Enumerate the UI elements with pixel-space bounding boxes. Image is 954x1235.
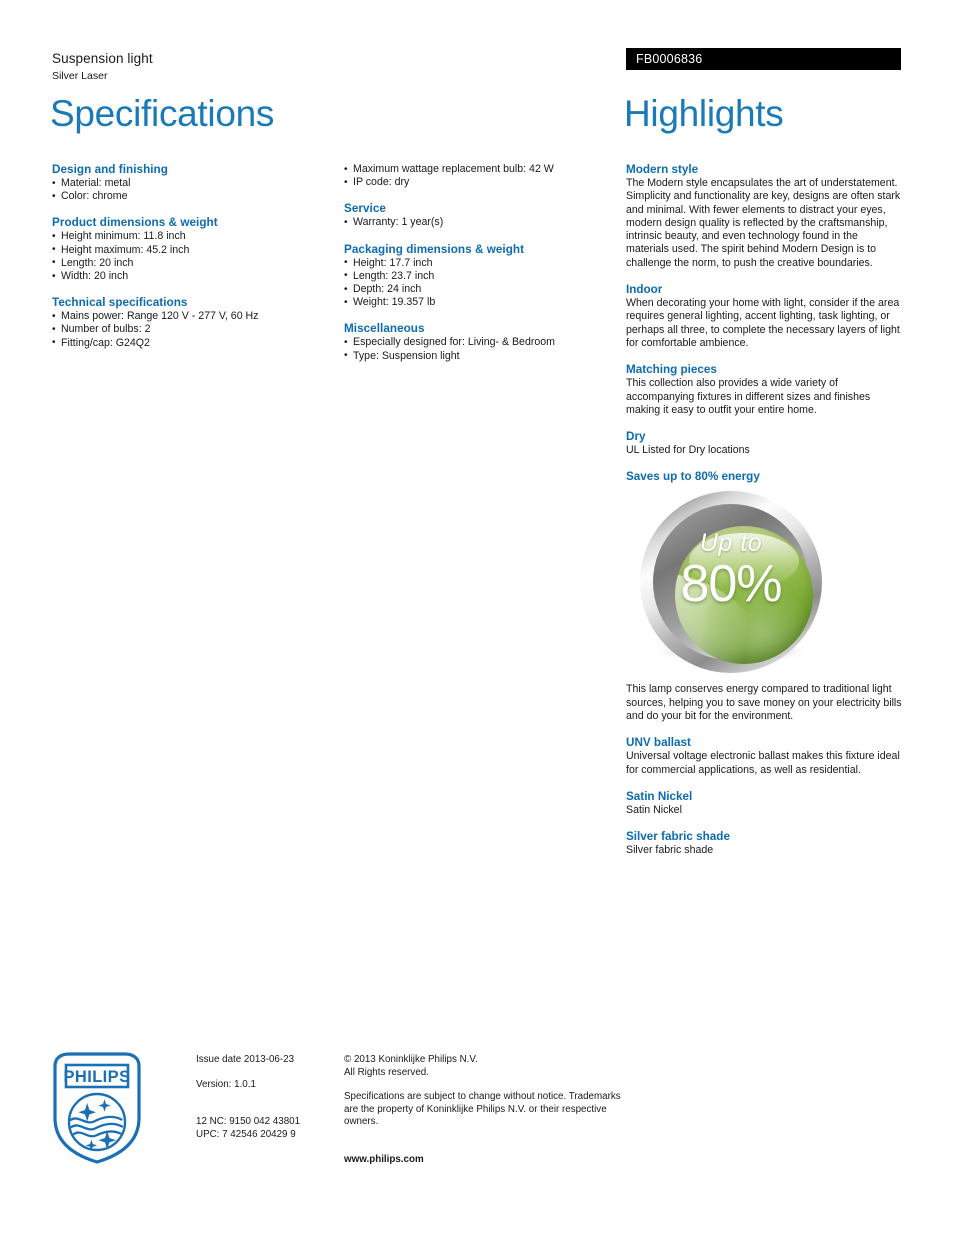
spec-group: ServiceWarranty: 1 year(s): [344, 202, 614, 229]
spec-group-heading: Packaging dimensions & weight: [344, 242, 525, 256]
highlight-body: When decorating your home with light, co…: [626, 297, 900, 349]
spec-group-heading: Product dimensions & weight: [52, 216, 218, 230]
spec-group: Maximum wattage replacement bulb: 42 WIP…: [344, 162, 614, 189]
highlights-column: Modern style The Modern style encapsulate…: [626, 163, 903, 871]
spec-group-heading: Technical specifications: [52, 296, 188, 310]
energy-saving-section: Saves up to 80% energy Up to 80% This la…: [626, 470, 903, 723]
spec-item: Length: 23.7 inch: [344, 269, 614, 283]
disclaimer-text: Specifications are subject to change wit…: [344, 1091, 621, 1128]
svg-text:PHILIPS: PHILIPS: [64, 1068, 131, 1086]
highlight-block: Satin Nickel Satin Nickel: [626, 790, 903, 817]
highlight-block: Indoor When decorating your home with lig…: [626, 283, 903, 350]
spec-item: Height: 17.7 inch: [344, 256, 614, 270]
energy-badge-graphic: Up to 80%: [640, 491, 822, 674]
philips-website-link[interactable]: www.philips.com: [344, 1154, 624, 1167]
highlight-body: Satin Nickel: [626, 803, 682, 816]
spec-item: Length: 20 inch: [52, 256, 332, 270]
highlight-block: Matching pieces This collection also prov…: [626, 363, 903, 417]
product-code-banner: FB0006836: [626, 48, 901, 70]
upc-code: UPC: 7 42546 20429 9: [196, 1128, 296, 1140]
version: Version: 1.0.1: [196, 1078, 256, 1090]
spec-group-heading: Service: [344, 202, 386, 216]
datasheet-page: Suspension light Silver Laser FB0006836 …: [0, 0, 954, 1235]
highlight-body: The Modern style encapsulates the art of…: [626, 177, 901, 269]
issue-date: Issue date 2013-06-23: [196, 1054, 295, 1065]
specs-column-left: Design and finishingMaterial: metalColor…: [52, 163, 332, 350]
spec-group: Design and finishingMaterial: metalColor…: [52, 163, 332, 203]
product-name-label: Silver Laser: [52, 70, 108, 82]
highlight-heading: UNV ballast: [626, 736, 691, 750]
spec-item: Weight: 19.357 lb: [344, 296, 614, 309]
spec-item: Width: 20 inch: [52, 270, 332, 283]
philips-shield-logo: PHILIPS: [53, 1052, 141, 1164]
highlight-heading: Satin Nickel: [626, 789, 693, 803]
highlight-block: Modern style The Modern style encapsulate…: [626, 163, 903, 270]
spec-item: Color: chrome: [52, 190, 332, 203]
spec-item: Especially designed for: Living- & Bedro…: [344, 336, 614, 349]
highlight-body: UL Listed for Dry locations: [626, 444, 750, 457]
highlight-heading: Modern style: [626, 163, 699, 176]
spec-item: Depth: 24 inch: [344, 283, 614, 296]
highlight-body: This collection also provides a wide var…: [626, 377, 871, 416]
spec-group-heading: Miscellaneous: [344, 322, 425, 336]
spec-item: Material: metal: [52, 176, 332, 190]
spec-group-heading: Design and finishing: [52, 163, 168, 176]
badge-percent-text: 80%: [680, 555, 782, 614]
spec-item-list: Material: metalColor: chrome: [52, 176, 332, 203]
specifications-page-title: Specifications: [50, 93, 275, 134]
spec-item: Mains power: Range 120 V - 277 V, 60 Hz: [52, 310, 332, 323]
product-type-label: Suspension light: [52, 51, 153, 66]
highlight-block: Dry UL Listed for Dry locations: [626, 430, 903, 457]
highlight-heading: Dry: [626, 430, 646, 444]
spec-group: Product dimensions & weightHeight minimu…: [52, 216, 332, 283]
spec-group: MiscellaneousEspecially designed for: Li…: [344, 322, 614, 362]
spec-item: Fitting/cap: G24Q2: [52, 336, 332, 350]
spec-item: Type: Suspension light: [344, 349, 614, 363]
specs-column-middle: Maximum wattage replacement bulb: 42 WIP…: [344, 162, 614, 363]
highlights-list-bottom: UNV ballast Universal voltage electronic …: [626, 736, 903, 857]
spec-item: Height minimum: 11.8 inch: [52, 230, 332, 243]
nc-code: 12 NC: 9150 042 43801: [196, 1116, 301, 1128]
highlight-block: Silver fabric shade Silver fabric shade: [626, 830, 903, 857]
spec-item: Number of bulbs: 2: [52, 323, 332, 336]
energy-saving-body: This lamp conserves energy compared to t…: [626, 683, 902, 723]
spec-item: Height maximum: 45.2 inch: [52, 243, 332, 257]
spec-item: Maximum wattage replacement bulb: 42 W: [344, 162, 614, 176]
highlight-heading: Matching pieces: [626, 363, 717, 377]
highlight-heading: Indoor: [626, 283, 663, 297]
spec-item-list: Height minimum: 11.8 inchHeight maximum:…: [52, 230, 332, 283]
copyright-line-1: © 2013 Koninklijke Philips N.V.: [344, 1054, 478, 1065]
spec-group: Packaging dimensions & weightHeight: 17.…: [344, 243, 614, 310]
spec-group: Technical specificationsMains power: Ran…: [52, 296, 332, 350]
footer-legal-column: © 2013 Koninklijke Philips N.V. All Righ…: [344, 1054, 624, 1167]
spec-item: Warranty: 1 year(s): [344, 216, 614, 229]
spec-item-list: Warranty: 1 year(s): [344, 216, 614, 229]
spec-item: IP code: dry: [344, 176, 614, 189]
highlight-body: Silver fabric shade: [626, 844, 714, 857]
spec-item-list: Maximum wattage replacement bulb: 42 WIP…: [344, 162, 614, 189]
highlights-list-top: Modern style The Modern style encapsulate…: [626, 163, 903, 457]
highlight-block: UNV ballast Universal voltage electronic …: [626, 736, 903, 777]
spec-item-list: Mains power: Range 120 V - 277 V, 60 HzN…: [52, 310, 332, 350]
footer-meta-column: Issue date 2013-06-23 Version: 1.0.1 12 …: [196, 1054, 326, 1141]
spec-item-list: Height: 17.7 inchLength: 23.7 inchDepth:…: [344, 256, 614, 310]
highlight-heading: Silver fabric shade: [626, 830, 730, 844]
highlights-page-title: Highlights: [624, 93, 784, 134]
highlight-body: Universal voltage electronic ballast mak…: [626, 750, 900, 776]
copyright-line-2: All Rights reserved.: [344, 1066, 429, 1078]
energy-saving-heading: Saves up to 80% energy: [626, 470, 760, 484]
spec-item-list: Especially designed for: Living- & Bedro…: [344, 336, 614, 363]
